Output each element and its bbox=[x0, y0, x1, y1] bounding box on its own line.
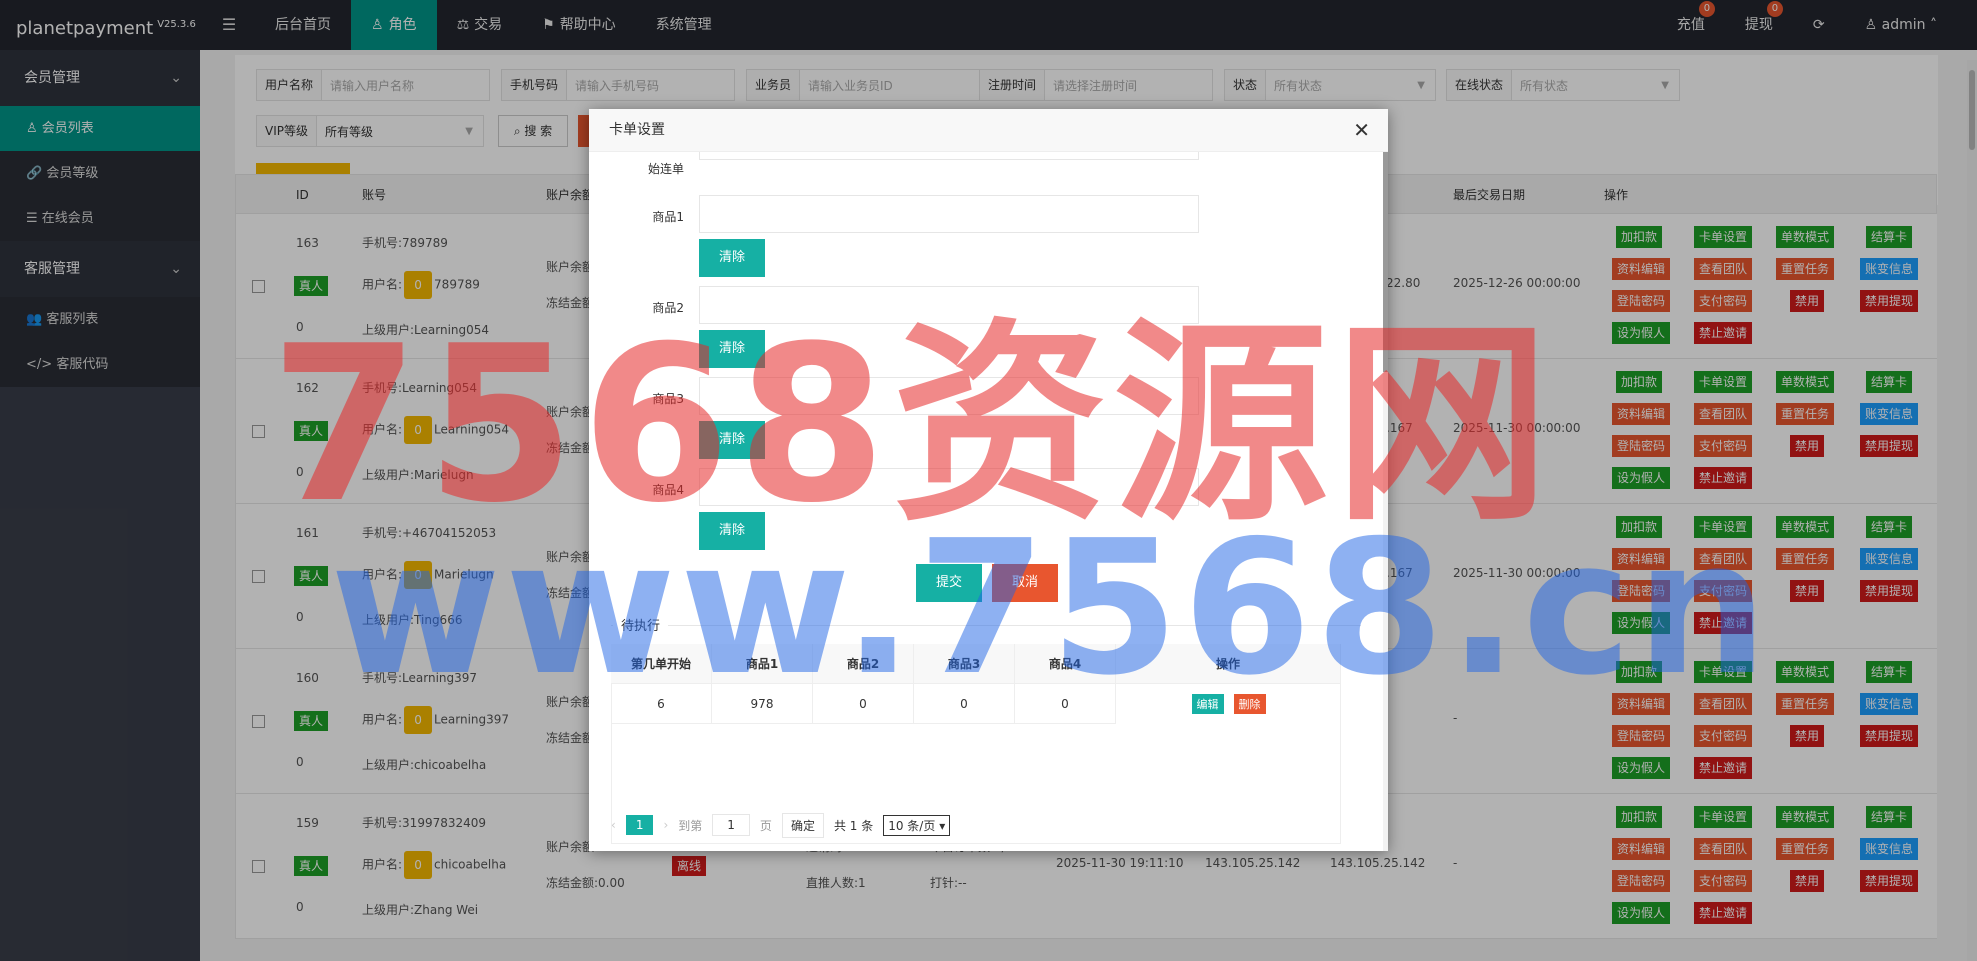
start-order-label: 始连单 bbox=[647, 162, 684, 176]
prev-icon[interactable]: ‹ bbox=[611, 818, 616, 832]
chevron-down-icon: ▾ bbox=[939, 818, 946, 833]
watermark-url: www.7568.cn bbox=[330, 500, 1772, 716]
next-icon[interactable]: › bbox=[663, 818, 668, 832]
confirm-button[interactable]: 确定 bbox=[781, 812, 824, 838]
total-count: 共 1 条 bbox=[833, 818, 874, 833]
goto-label: 到第 bbox=[678, 818, 703, 833]
pager: ‹ 1 › 到第 1 页确定共 1 条 10 条/页 ▾ bbox=[611, 810, 951, 840]
modal-title: 卡单设置 bbox=[609, 122, 665, 138]
page-size-select[interactable]: 10 条/页 ▾ bbox=[883, 814, 951, 836]
product1-label: 商品1 bbox=[652, 210, 684, 224]
modal-header: 卡单设置 ✕ bbox=[589, 109, 1388, 152]
close-icon[interactable]: ✕ bbox=[1353, 109, 1370, 152]
page-current[interactable]: 1 bbox=[625, 815, 654, 835]
page-unit: 页 bbox=[759, 818, 772, 833]
product1-input[interactable] bbox=[699, 195, 1199, 233]
page-input[interactable]: 1 bbox=[712, 814, 750, 836]
page-size-value: 10 条/页 bbox=[888, 818, 936, 833]
start-order-input[interactable] bbox=[699, 152, 1199, 160]
